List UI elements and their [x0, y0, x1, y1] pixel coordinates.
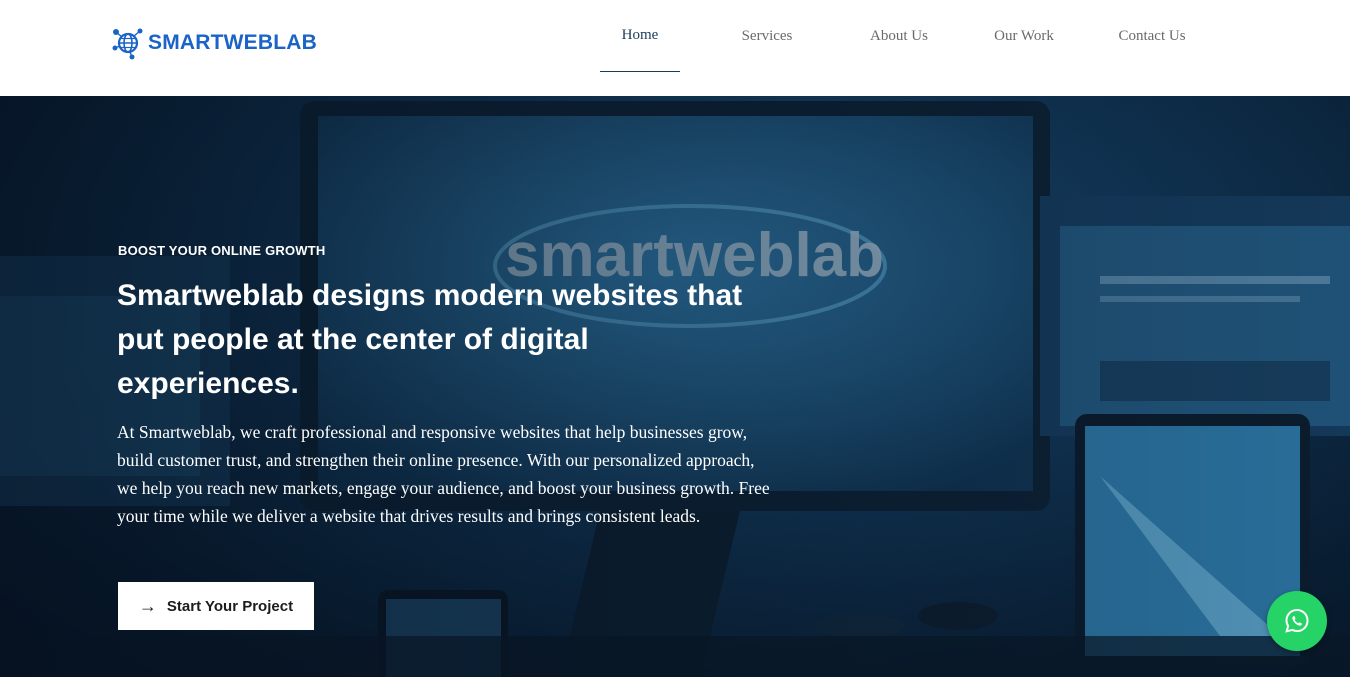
hero-eyebrow: BOOST YOUR ONLINE GROWTH — [118, 243, 326, 258]
hero-section: smartweblab BOOST YOUR ONLINE GROWTH Sma… — [0, 96, 1350, 677]
whatsapp-icon — [1285, 608, 1309, 633]
whatsapp-button[interactable] — [1267, 591, 1327, 651]
hero-headline: Smartweblab designs modern websites that… — [117, 279, 743, 400]
main-nav: Home Services About Us Our Work Contact … — [600, 0, 1208, 72]
logo[interactable]: SMARTWEBLAB — [112, 26, 317, 60]
nav-contact-us[interactable]: Contact Us — [1096, 0, 1208, 72]
nav-services[interactable]: Services — [720, 0, 814, 72]
start-project-label: Start Your Project — [166, 597, 294, 615]
arrow-right-icon: → — [138, 596, 157, 616]
nav-home[interactable]: Home — [600, 0, 680, 72]
start-project-button[interactable]: → Start Your Project — [118, 582, 314, 630]
globe-network-icon — [112, 28, 143, 60]
nav-our-work[interactable]: Our Work — [972, 0, 1076, 72]
brand-name: SMARTWEBLAB — [148, 31, 318, 54]
hero-description: At Smartweblab, we craft professional an… — [117, 422, 770, 526]
nav-about-us[interactable]: About Us — [848, 0, 950, 72]
site-header: SMARTWEBLAB Home Services About Us Our W… — [0, 0, 1350, 96]
